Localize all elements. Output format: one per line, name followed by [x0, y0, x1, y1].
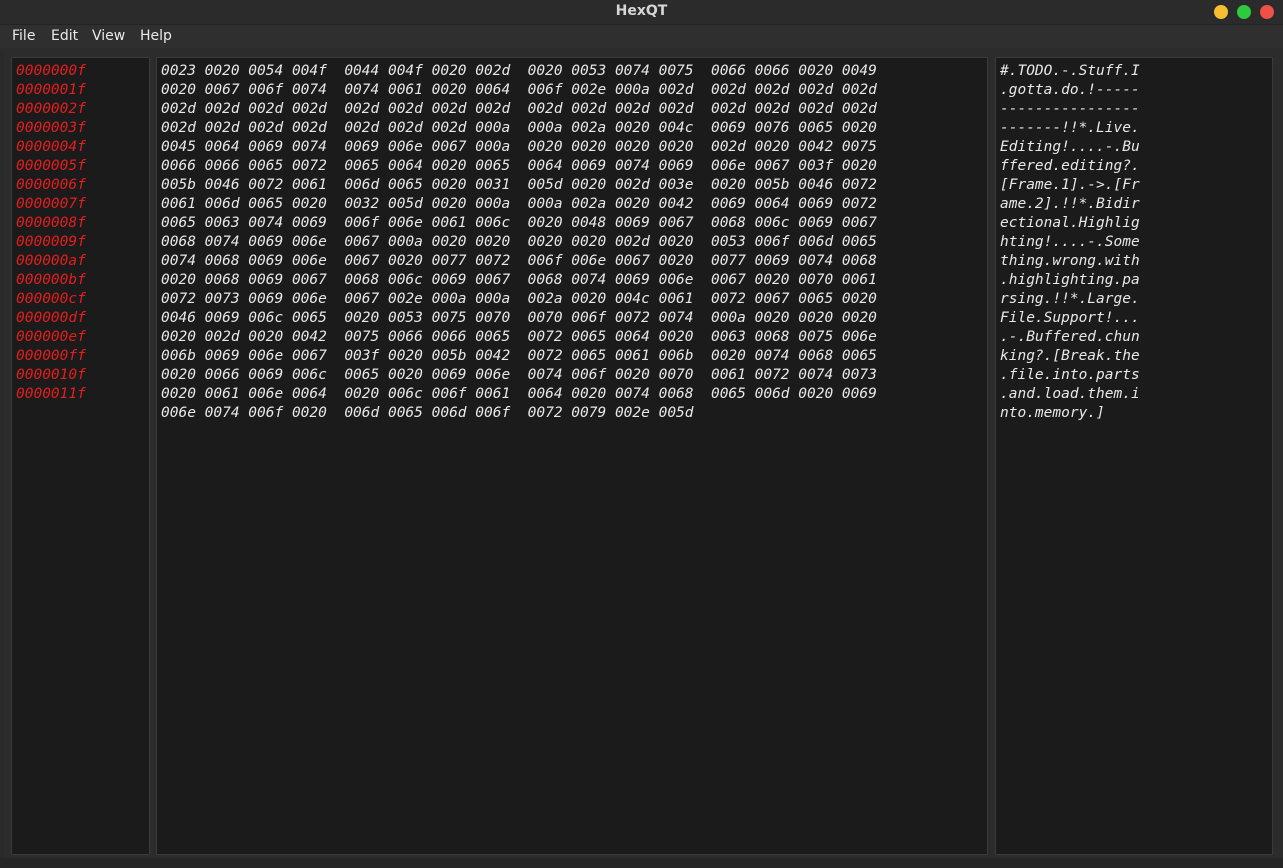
bottom-strip	[0, 858, 1283, 868]
minimize-button[interactable]	[1214, 5, 1228, 19]
title-bar: HexQT	[0, 0, 1283, 25]
address-line: 0000004f	[16, 139, 86, 155]
address-line: 0000007f	[16, 196, 86, 212]
hex-line: 0066 0066 0065 0072 0065 0064 0020 0065 …	[161, 158, 877, 174]
hex-line: 0020 002d 0020 0042 0075 0066 0066 0065 …	[161, 329, 877, 345]
close-button[interactable]	[1260, 5, 1274, 19]
ascii-line: hting!....-.Some	[1000, 234, 1140, 250]
window-left-edge	[0, 50, 4, 858]
hex-list: 0023 0020 0054 004f 0044 004f 0020 002d …	[161, 62, 877, 423]
ascii-line: ectional.Highlig	[1000, 215, 1140, 231]
hex-line: 0020 0067 006f 0074 0074 0061 0020 0064 …	[161, 82, 877, 98]
window-title: HexQT	[615, 3, 668, 19]
ascii-line: .highlighting.pa	[1000, 272, 1140, 288]
ascii-line: ame.2].!!*.Bidir	[1000, 196, 1140, 212]
ascii-line: -------!!*.Live.	[1000, 120, 1140, 136]
ascii-line: thing.wrong.with	[1000, 253, 1140, 269]
ascii-line: .and.load.them.i	[1000, 386, 1140, 402]
hex-line: 0046 0069 006c 0065 0020 0053 0075 0070 …	[161, 310, 877, 326]
hex-line: 006e 0074 006f 0020 006d 0065 006d 006f …	[161, 405, 694, 421]
ascii-panel[interactable]: #.TODO.-.Stuff.I .gotta.do.!----- --------…	[995, 57, 1273, 855]
ascii-line: .gotta.do.!-----	[1000, 82, 1140, 98]
address-line: 0000005f	[16, 158, 86, 174]
hex-line: 006b 0069 006e 0067 003f 0020 005b 0042 …	[161, 348, 877, 364]
address-list: 0000000f 0000001f 0000002f 0000003f 0000004f…	[16, 62, 86, 404]
hex-line: 005b 0046 0072 0061 006d 0065 0020 0031 …	[161, 177, 877, 193]
address-line: 000000bf	[16, 272, 86, 288]
menu-edit[interactable]: Edit	[51, 28, 78, 44]
address-line: 000000cf	[16, 291, 86, 307]
ascii-line: [Frame.1].->.[Fr	[1000, 177, 1140, 193]
hex-line: 0020 0068 0069 0067 0068 006c 0069 0067 …	[161, 272, 877, 288]
hex-line: 0023 0020 0054 004f 0044 004f 0020 002d …	[161, 63, 877, 79]
hex-line: 0074 0068 0069 006e 0067 0020 0077 0072 …	[161, 253, 877, 269]
hex-line: 0020 0066 0069 006c 0065 0020 0069 006e …	[161, 367, 877, 383]
ascii-line: .file.into.parts	[1000, 367, 1140, 383]
ascii-line: File.Support!...	[1000, 310, 1140, 326]
address-line: 0000006f	[16, 177, 86, 193]
hex-line: 0061 006d 0065 0020 0032 005d 0020 000a …	[161, 196, 877, 212]
ascii-line: king?.[Break.the	[1000, 348, 1140, 364]
address-line: 0000003f	[16, 120, 86, 136]
address-line: 0000009f	[16, 234, 86, 250]
hex-line: 0068 0074 0069 006e 0067 000a 0020 0020 …	[161, 234, 877, 250]
hex-line: 002d 002d 002d 002d 002d 002d 002d 000a …	[161, 120, 877, 136]
hex-panel[interactable]: 0023 0020 0054 004f 0044 004f 0020 002d …	[156, 57, 988, 855]
ascii-list: #.TODO.-.Stuff.I .gotta.do.!----- --------…	[1000, 62, 1140, 423]
address-line: 0000008f	[16, 215, 86, 231]
maximize-button[interactable]	[1237, 5, 1251, 19]
hex-line: 0072 0073 0069 006e 0067 002e 000a 000a …	[161, 291, 877, 307]
menu-view[interactable]: View	[92, 28, 125, 44]
menu-file[interactable]: File	[12, 28, 35, 44]
address-line: 000000df	[16, 310, 86, 326]
ascii-line: nto.memory.]	[1000, 405, 1105, 421]
hex-line: 002d 002d 002d 002d 002d 002d 002d 002d …	[161, 101, 877, 117]
address-line: 000000af	[16, 253, 86, 269]
address-line: 0000011f	[16, 386, 86, 402]
address-line: 000000ef	[16, 329, 86, 345]
ascii-line: ffered.editing?.	[1000, 158, 1140, 174]
menu-bar: File Edit View Help	[0, 25, 1283, 48]
address-panel[interactable]: 0000000f 0000001f 0000002f 0000003f 0000004f…	[11, 57, 150, 855]
ascii-line: .-.Buffered.chun	[1000, 329, 1140, 345]
hex-line: 0065 0063 0074 0069 006f 006e 0061 006c …	[161, 215, 877, 231]
hex-line: 0020 0061 006e 0064 0020 006c 006f 0061 …	[161, 386, 877, 402]
menu-help[interactable]: Help	[140, 28, 172, 44]
hex-line: 0045 0064 0069 0074 0069 006e 0067 000a …	[161, 139, 877, 155]
address-line: 0000002f	[16, 101, 86, 117]
ascii-line: ----------------	[1000, 101, 1140, 117]
ascii-line: Editing!....-.Bu	[1000, 139, 1140, 155]
ascii-line: #.TODO.-.Stuff.I	[1000, 63, 1140, 79]
address-line: 000000ff	[16, 348, 86, 364]
address-line: 0000010f	[16, 367, 86, 383]
address-line: 0000001f	[16, 82, 86, 98]
ascii-line: rsing.!!*.Large.	[1000, 291, 1140, 307]
address-line: 0000000f	[16, 63, 86, 79]
